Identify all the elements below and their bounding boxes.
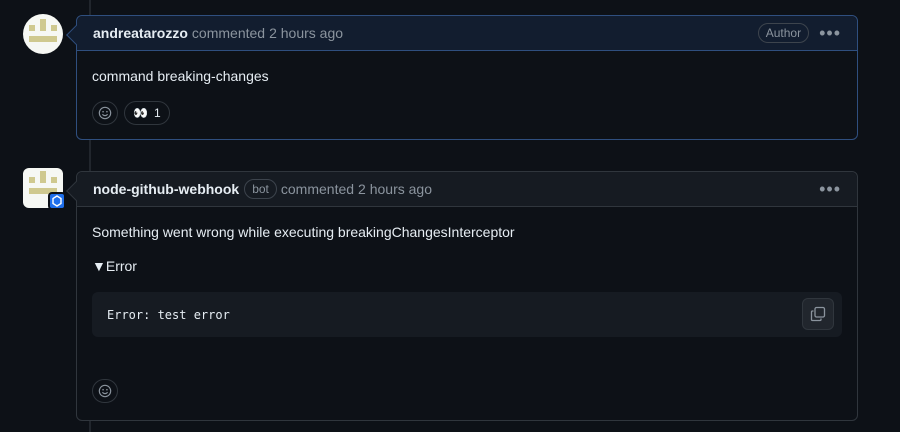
eyes-emoji: 👀 — [133, 106, 148, 120]
kebab-horizontal-icon[interactable]: ••• — [819, 24, 841, 42]
copy-button[interactable] — [802, 298, 834, 330]
avatar-pixel — [29, 25, 35, 31]
comment-author-link[interactable]: andreatarozzo — [93, 25, 188, 41]
kebab-horizontal-icon[interactable]: ••• — [819, 180, 841, 198]
reaction-eyes-button[interactable]: 👀 1 — [124, 101, 170, 125]
details-summary-toggle[interactable]: ▼Error — [92, 256, 842, 276]
comment-body: Something went wrong while executing bre… — [92, 224, 515, 240]
avatar-pixel — [40, 19, 46, 31]
avatar-pixel — [29, 36, 57, 42]
comment-body: command breaking-changes — [92, 68, 269, 84]
comment-card: andreatarozzo commented 2 hours ago Auth… — [66, 15, 858, 140]
bot-label: bot — [244, 179, 277, 199]
comment-timestamp[interactable]: 2 hours ago — [358, 181, 432, 197]
comment-header: andreatarozzo commented 2 hours ago Auth… — [77, 16, 857, 51]
comment-header: node-github-webhook bot commented 2 hour… — [77, 172, 857, 207]
comment-card: node-github-webhook bot commented 2 hour… — [66, 171, 858, 421]
avatar[interactable] — [23, 14, 63, 54]
comment-action: commented — [191, 25, 266, 41]
avatar-pixel — [29, 177, 35, 183]
code-block: Error: test error — [92, 292, 842, 337]
smiley-icon — [98, 106, 112, 120]
author-badge: Author — [757, 23, 810, 43]
reaction-count: 1 — [153, 106, 161, 120]
avatar-pixel — [51, 177, 57, 183]
comment-action: commented — [280, 181, 355, 197]
add-reaction-button[interactable] — [92, 101, 118, 125]
avatar-pixel — [51, 25, 57, 31]
comment-timestamp[interactable]: 2 hours ago — [269, 25, 343, 41]
smiley-icon — [98, 384, 112, 398]
code-text: Error: test error — [107, 307, 230, 322]
add-reaction-button[interactable] — [92, 379, 118, 403]
copy-icon — [810, 306, 826, 322]
comment-author-link[interactable]: node-github-webhook — [93, 181, 239, 197]
avatar-pixel — [40, 171, 46, 183]
bot-app-icon — [48, 192, 66, 210]
